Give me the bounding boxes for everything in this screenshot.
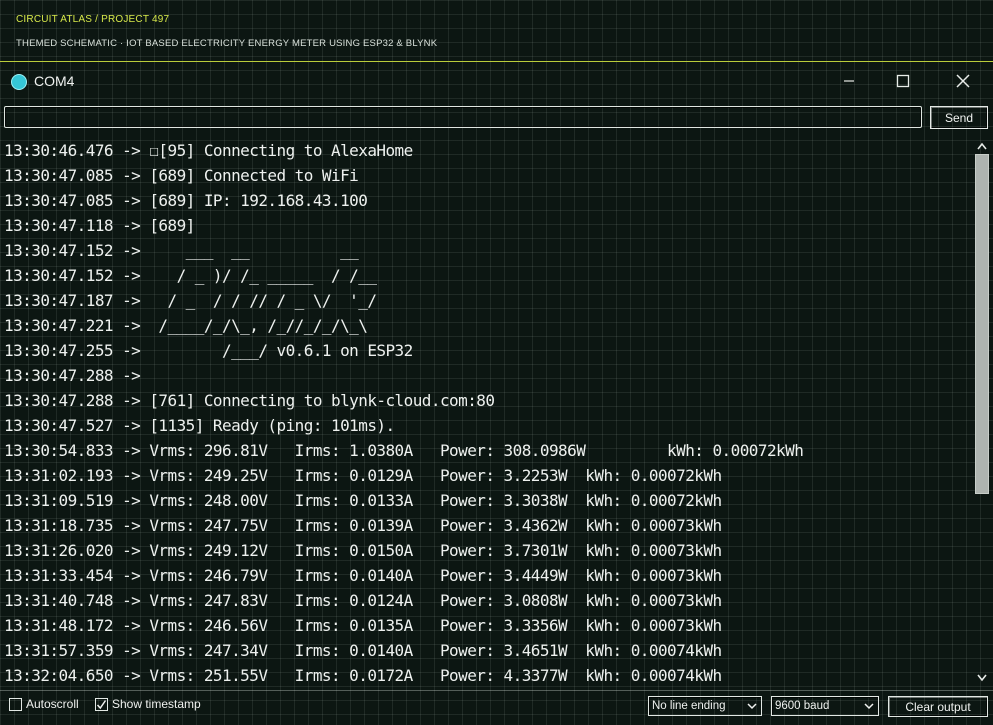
chevron-up-icon — [977, 142, 987, 150]
output-line: 13:30:47.288 -> [761] Connecting to blyn… — [4, 391, 495, 410]
window-title: COM4 — [34, 73, 75, 89]
send-input[interactable] — [4, 106, 922, 128]
serial-output[interactable]: 13:30:46.476 -> ☐[95] Connecting to Alex… — [0, 138, 970, 686]
chevron-down-icon — [977, 674, 987, 682]
output-line: 13:31:33.454 -> Vrms: 246.79V Irms: 0.01… — [4, 566, 722, 585]
output-line: 13:30:47.187 -> / _ / / // / _ \/ '_/ — [4, 291, 377, 310]
output-line: 13:31:18.735 -> Vrms: 247.75V Irms: 0.01… — [4, 516, 722, 535]
vertical-scrollbar[interactable] — [973, 138, 991, 686]
close-button[interactable] — [940, 66, 986, 96]
send-button[interactable]: Send — [930, 106, 988, 129]
autoscroll-checkbox[interactable]: Autoscroll — [9, 697, 79, 711]
output-line: 13:31:26.020 -> Vrms: 249.12V Irms: 0.01… — [4, 541, 722, 560]
minimize-icon — [844, 80, 854, 82]
output-line: 13:30:47.255 -> /___/ v0.6.1 on ESP32 — [4, 341, 413, 360]
output-line: 13:30:47.085 -> [689] IP: 192.168.43.100 — [4, 191, 368, 210]
send-row: Send — [0, 104, 993, 132]
output-line: 13:30:46.476 -> ☐[95] Connecting to Alex… — [4, 141, 413, 160]
output-line: 13:30:47.152 -> ___ __ __ — [4, 241, 359, 260]
autoscroll-label: Autoscroll — [26, 697, 79, 711]
serial-monitor-icon — [11, 74, 27, 90]
timestamp-label: Show timestamp — [112, 697, 201, 711]
chevron-down-icon — [864, 703, 874, 710]
page-subtitle: THEMED SCHEMATIC · IOT BASED ELECTRICITY… — [16, 38, 438, 49]
scroll-up-button[interactable] — [973, 138, 991, 154]
breadcrumb: CIRCUIT ATLAS / PROJECT 497 — [16, 14, 170, 25]
autoscroll-box[interactable] — [9, 697, 22, 711]
chevron-down-icon — [747, 703, 757, 710]
output-line: 13:30:47.288 -> — [4, 366, 141, 385]
scroll-track[interactable] — [975, 154, 989, 670]
close-icon — [956, 74, 970, 88]
scroll-down-button[interactable] — [973, 670, 991, 686]
maximize-button[interactable] — [880, 66, 926, 96]
checkmark-icon — [96, 699, 107, 709]
output-line: 13:30:47.118 -> [689] — [4, 216, 195, 235]
output-line: 13:31:48.172 -> Vrms: 246.56V Irms: 0.01… — [4, 616, 722, 635]
output-line: 13:31:57.359 -> Vrms: 247.34V Irms: 0.01… — [4, 641, 722, 660]
baud-rate-value: 9600 baud — [775, 700, 830, 712]
line-ending-value: No line ending — [652, 700, 726, 712]
output-line: 13:30:47.221 -> /____/_/\_, /_//_/_/\_\ — [4, 316, 368, 335]
clear-output-button[interactable]: Clear output — [888, 696, 988, 717]
serial-monitor-window: COM4 Send 13:30:46.476 -> ☐[95] Connecti… — [0, 62, 993, 724]
output-line: 13:31:40.748 -> Vrms: 247.83V Irms: 0.01… — [4, 591, 722, 610]
scroll-thumb[interactable] — [975, 154, 989, 494]
output-line: 13:30:47.527 -> [1135] Ready (ping: 101m… — [4, 416, 395, 435]
timestamp-checkbox[interactable]: Show timestamp — [95, 697, 201, 711]
output-line: 13:31:09.519 -> Vrms: 248.00V Irms: 0.01… — [4, 491, 722, 510]
line-ending-select[interactable]: No line ending — [648, 696, 762, 716]
output-line: 13:30:54.833 -> Vrms: 296.81V Irms: 1.03… — [4, 441, 804, 460]
minimize-button[interactable] — [826, 66, 872, 96]
output-line: 13:32:04.650 -> Vrms: 251.55V Irms: 0.01… — [4, 666, 722, 685]
status-bar: Autoscroll Show timestamp No line ending… — [0, 690, 993, 725]
timestamp-box[interactable] — [95, 697, 108, 711]
page-header: CIRCUIT ATLAS / PROJECT 497 THEMED SCHEM… — [0, 0, 993, 61]
title-bar[interactable]: COM4 — [0, 62, 993, 102]
maximize-icon — [896, 74, 910, 88]
output-line: 13:30:47.085 -> [689] Connected to WiFi — [4, 166, 359, 185]
output-line: 13:31:02.193 -> Vrms: 249.25V Irms: 0.01… — [4, 466, 722, 485]
baud-rate-select[interactable]: 9600 baud — [771, 696, 879, 716]
output-line: 13:30:47.152 -> / _ )/ /_ _____ / /__ — [4, 266, 377, 285]
